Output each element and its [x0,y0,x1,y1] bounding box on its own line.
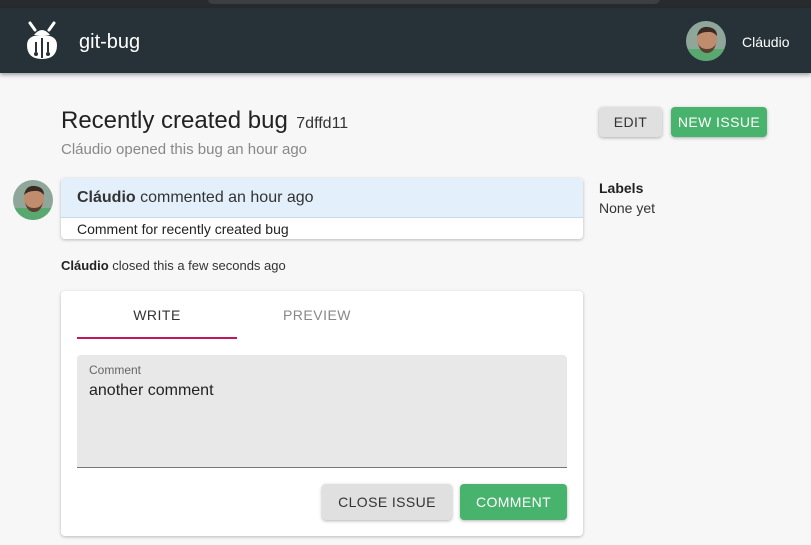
labels-value: None yet [599,200,656,216]
close-issue-button[interactable]: CLOSE ISSUE [322,484,452,520]
comment-header: Cláudio commented an hour ago [61,178,583,218]
app-name[interactable]: git-bug [79,30,140,54]
labels-heading: Labels [599,180,644,196]
event-text: closed this a few seconds ago [108,258,286,273]
bug-title: Recently created bug [61,107,288,134]
comment-button[interactable]: COMMENT [460,484,567,520]
bug-hash: 7dffd11 [296,115,349,132]
comment-field-label: Comment [89,363,142,377]
bug-title-row: Recently created bug 7dffd11 [61,105,348,137]
bug-logo-icon[interactable] [24,21,60,61]
comment-meta: commented an hour ago [135,189,314,206]
browser-strip [0,0,811,8]
app-bar: git-bug Cláudio [0,8,811,73]
tab-indicator [77,337,237,339]
user-avatar[interactable] [686,21,726,61]
new-issue-button[interactable]: NEW ISSUE [671,107,767,137]
tab-preview[interactable]: PREVIEW [237,291,397,339]
close-event: Cláudio closed this a few seconds ago [61,257,286,274]
comment-author: Cláudio [77,189,136,206]
username[interactable]: Cláudio [742,33,789,51]
comment-card: Cláudio commented an hour ago Comment fo… [61,178,583,239]
comment-body: Comment for recently created bug [77,221,289,237]
comment-composer: WRITE PREVIEW Comment another comment CL… [61,291,583,536]
bug-subtitle: Cláudio opened this bug an hour ago [61,141,308,158]
browser-url-bar [208,0,660,4]
event-author: Cláudio [61,258,109,273]
comment-field[interactable]: Comment another comment [77,355,567,468]
tab-write[interactable]: WRITE [77,291,237,339]
comment-avatar[interactable] [13,180,53,220]
comment-input[interactable]: another comment [89,382,214,400]
edit-button[interactable]: EDIT [599,107,662,137]
